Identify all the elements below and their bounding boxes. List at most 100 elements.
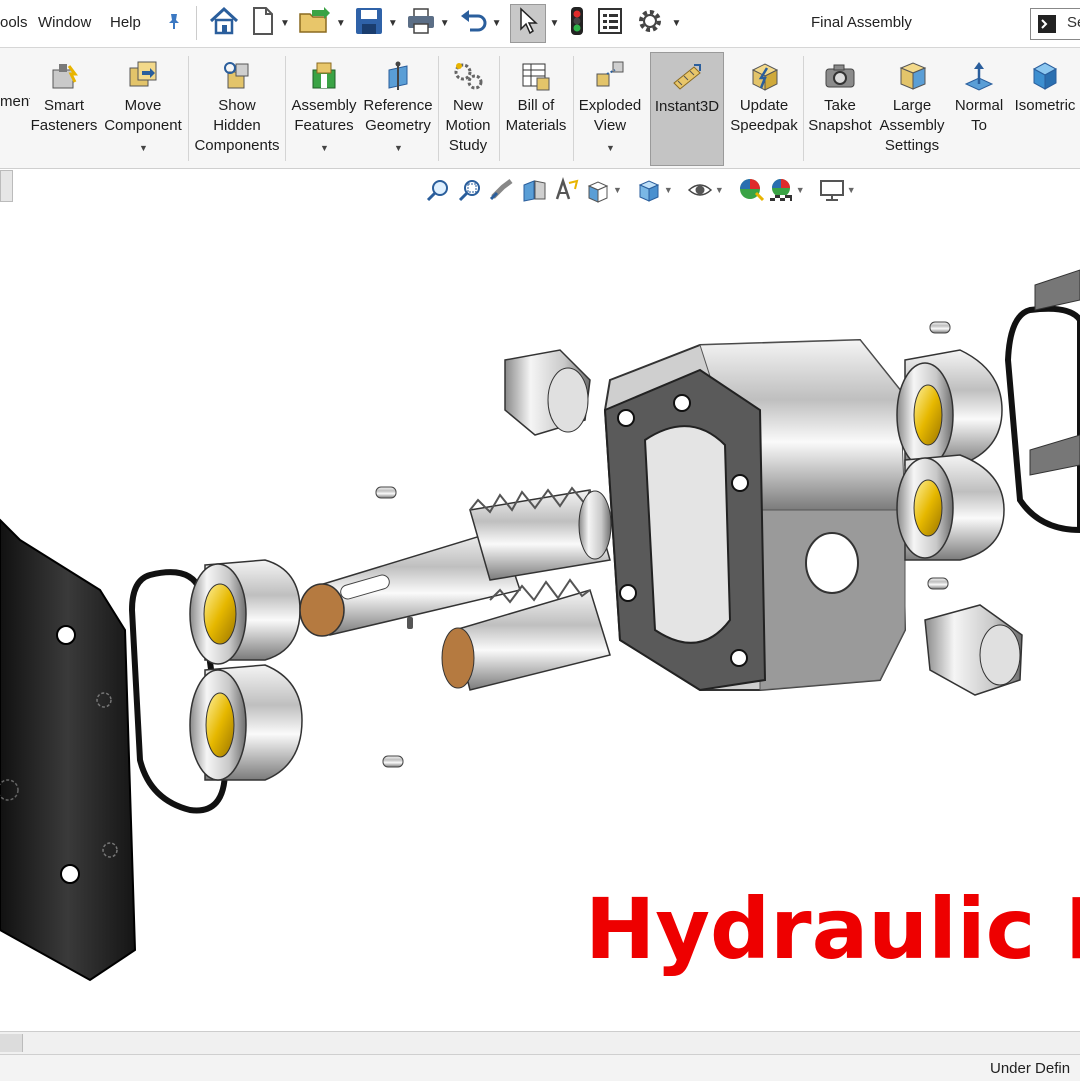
view-orientation-icon[interactable]	[585, 177, 611, 203]
chevron-down-icon[interactable]: ▼	[280, 18, 290, 29]
ribbon-btn-component[interactable]: ment	[0, 52, 30, 164]
apply-scene-icon[interactable]	[768, 177, 794, 203]
ribbon-label: Move Component	[104, 97, 182, 134]
chevron-down-icon[interactable]: ▼	[394, 138, 403, 158]
ribbon-btn-new-motion-study[interactable]: New Motion Study	[440, 52, 496, 164]
ribbon-btn-instant3d[interactable]: Instant3D	[650, 52, 724, 166]
ribbon-btn-assembly-features[interactable]: Assembly Features ▼	[289, 52, 359, 164]
ribbon-label: Show Hidden Components	[194, 97, 280, 154]
chevron-down-icon[interactable]: ▼	[606, 138, 615, 158]
bill-of-materials-icon	[522, 63, 550, 91]
smart-fasteners-icon	[52, 64, 78, 89]
command-manager-ribbon: ment Smart Fasteners Move Component ▼ Sh…	[0, 48, 1080, 169]
display-style-icon[interactable]	[636, 177, 662, 203]
normal-to-icon	[964, 62, 994, 91]
horizontal-scrollbar[interactable]	[0, 1031, 1080, 1054]
chevron-down-icon[interactable]: ▼	[796, 185, 805, 195]
chevron-down-icon[interactable]: ▼	[139, 138, 148, 158]
status-bar: Under Defin	[0, 1054, 1080, 1081]
zoom-to-fit-icon[interactable]	[425, 177, 451, 203]
document-title: Final Assembly	[811, 14, 912, 31]
menu-tools[interactable]: ools	[0, 14, 28, 31]
ribbon-label: Normal To	[954, 97, 1004, 134]
chevron-down-icon[interactable]: ▼	[440, 18, 450, 29]
large-assembly-settings-icon	[899, 62, 927, 90]
pin-icon[interactable]	[166, 12, 182, 35]
feature-manager-tab[interactable]	[0, 170, 13, 202]
save-icon[interactable]	[354, 6, 384, 41]
search-box[interactable]: Se	[1030, 8, 1080, 40]
chevron-down-icon[interactable]: ▼	[715, 185, 724, 195]
status-text: Under Defin	[990, 1060, 1071, 1077]
scrollbar-thumb[interactable]	[0, 1034, 23, 1052]
view-settings-monitor-icon[interactable]	[819, 177, 845, 203]
ribbon-label: Large Assembly Settings	[879, 97, 945, 154]
file-properties-icon[interactable]	[597, 7, 623, 40]
ribbon-btn-move-component[interactable]: Move Component ▼	[102, 52, 184, 164]
ribbon-btn-bill-of-materials[interactable]: Bill of Materials	[502, 52, 570, 164]
chevron-down-icon[interactable]: ▼	[492, 18, 502, 29]
camera-icon	[825, 64, 855, 88]
edit-appearance-icon[interactable]	[738, 177, 764, 203]
open-file-icon[interactable]	[298, 6, 332, 41]
ribbon-btn-large-assembly-settings[interactable]: Large Assembly Settings	[878, 52, 946, 164]
update-speedpak-icon	[751, 63, 779, 91]
select-cursor-icon[interactable]	[509, 3, 546, 43]
ribbon-btn-exploded-view[interactable]: Exploded View ▼	[576, 52, 644, 164]
assembly-features-icon	[312, 62, 336, 89]
ribbon-btn-reference-geometry[interactable]: Reference Geometry ▼	[362, 52, 434, 164]
zoom-to-area-icon[interactable]	[457, 177, 483, 203]
search-input[interactable]: Se	[1067, 14, 1080, 31]
port-fitting-bottom[interactable]	[924, 604, 1023, 696]
chevron-down-icon[interactable]: ▼	[388, 18, 398, 29]
show-hidden-components-icon	[224, 62, 249, 89]
bushing-pair-right[interactable]	[896, 349, 1005, 561]
ribbon-label: New Motion Study	[445, 97, 491, 154]
ribbon-label: Update Speedpak	[730, 97, 798, 134]
isometric-cube-icon	[1032, 62, 1058, 90]
ribbon-label: ment	[0, 93, 30, 110]
dynamic-annotation-icon[interactable]	[553, 177, 579, 203]
new-document-icon[interactable]	[250, 6, 276, 41]
section-view-icon[interactable]	[521, 177, 547, 203]
ribbon-btn-smart-fasteners[interactable]: Smart Fasteners	[30, 52, 98, 164]
chevron-down-icon[interactable]: ▼	[320, 138, 329, 158]
quick-access-toolbar: ▼ ▼ ▼ ▼ ▼ ▼ ▼	[208, 3, 681, 43]
ribbon-label: Instant3D	[654, 98, 720, 115]
ribbon-btn-update-speedpak[interactable]: Update Speedpak	[728, 52, 800, 164]
hide-show-items-icon[interactable]	[687, 177, 713, 203]
ribbon-btn-normal-to[interactable]: Normal To	[950, 52, 1008, 164]
command-prompt-icon	[1038, 15, 1056, 33]
gear-icon[interactable]	[635, 6, 665, 41]
pump-housing[interactable]	[603, 338, 907, 692]
front-flange[interactable]	[0, 518, 137, 982]
print-icon[interactable]	[406, 6, 436, 41]
rebuild-traffic-light-icon[interactable]	[569, 6, 585, 41]
watermark-title: Hydraulic P	[585, 880, 1080, 978]
instant3d-icon	[673, 64, 701, 90]
exploded-view-icon	[596, 61, 624, 87]
chevron-down-icon[interactable]: ▼	[550, 18, 560, 29]
motion-study-icon	[454, 63, 483, 90]
chevron-down-icon[interactable]: ▼	[613, 185, 622, 195]
heads-up-view-toolbar: ▼ ▼ ▼ ▼ ▼	[425, 173, 856, 207]
chevron-down-icon[interactable]: ▼	[664, 185, 673, 195]
port-fitting-top[interactable]	[504, 349, 591, 436]
ribbon-label: Take Snapshot	[808, 97, 872, 134]
ribbon-btn-take-snapshot[interactable]: Take Snapshot	[806, 52, 874, 164]
menu-window[interactable]: Window	[38, 14, 91, 31]
previous-view-icon[interactable]	[489, 177, 515, 203]
move-component-icon	[129, 61, 157, 87]
chevron-down-icon[interactable]: ▼	[336, 18, 346, 29]
chevron-down-icon[interactable]: ▼	[847, 185, 856, 195]
menu-help[interactable]: Help	[110, 14, 141, 31]
ribbon-btn-show-hidden-components[interactable]: Show Hidden Components	[192, 52, 282, 164]
bushing-pair-left[interactable]	[189, 559, 303, 781]
undo-icon[interactable]	[458, 6, 488, 41]
tie-bolts[interactable]	[1029, 269, 1080, 476]
home-icon[interactable]	[208, 6, 240, 41]
chevron-down-icon[interactable]: ▼	[671, 18, 681, 29]
ribbon-btn-isometric[interactable]: Isometric	[1010, 52, 1080, 164]
ribbon-label: Exploded View	[578, 97, 642, 134]
seal-ring-right[interactable]	[1004, 305, 1080, 534]
